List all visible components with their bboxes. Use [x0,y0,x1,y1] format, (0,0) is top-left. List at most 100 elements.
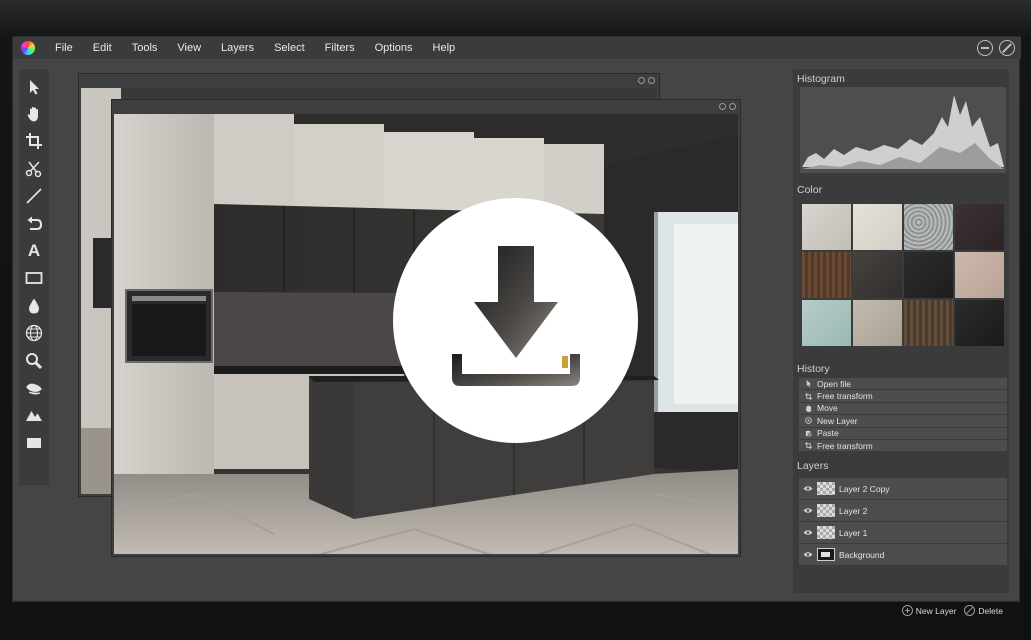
menu-help[interactable]: Help [423,42,466,54]
color-swatch[interactable] [904,204,953,250]
pointer-tool[interactable] [21,73,47,100]
color-swatch[interactable] [955,300,1004,346]
history-item-label: Free transform [817,391,873,402]
tools-panel: A [19,69,49,485]
histogram [800,87,1006,173]
layer-thumbnail [817,482,835,496]
color-swatches [802,204,1006,348]
delete-layer-button[interactable]: Delete [964,605,1003,616]
line-icon [26,188,42,204]
color-swatch[interactable] [904,252,953,298]
history-item[interactable]: Free transform [799,439,1007,453]
eye-icon[interactable] [803,507,813,514]
color-swatch[interactable] [853,204,902,250]
minimize-icon[interactable] [977,40,993,56]
pointer-icon [30,79,39,95]
menu-tools[interactable]: Tools [122,42,168,54]
color-swatch[interactable] [802,252,851,298]
color-swatch[interactable] [955,204,1004,250]
history-item[interactable]: New Layer [799,415,1007,428]
line-tool[interactable] [21,183,47,210]
magnifier-icon [26,352,43,369]
hand-icon [805,405,811,412]
globe-tool[interactable] [21,320,47,347]
history-title: History [797,363,830,375]
smudge-tool[interactable] [21,374,47,401]
close-icon[interactable] [729,102,736,110]
new-layer-icon [804,417,812,425]
menu-select[interactable]: Select [264,42,315,54]
layer-label: Background [839,549,885,560]
history-item-label: Free transform [817,440,873,451]
eye-icon[interactable] [803,485,813,492]
history-item-label: Paste [817,428,839,439]
menu-file[interactable]: File [45,42,83,54]
right-panel: Histogram Color History Open file Free t… [793,69,1009,616]
new-layer-label: New Layer [915,605,957,616]
menu-edit[interactable]: Edit [83,42,122,54]
crop-icon [26,133,42,150]
text-tool[interactable]: A [21,237,47,264]
layer-item[interactable]: Background [799,543,1007,566]
document-titlebar [79,74,659,86]
close-icon[interactable] [999,40,1015,56]
eye-icon[interactable] [803,529,813,536]
menu-options[interactable]: Options [365,42,423,54]
menu-layers[interactable]: Layers [211,42,264,54]
minimize-icon[interactable] [638,76,645,84]
layers-list: Layer 2 Copy Layer 2 Layer 1 Background [799,478,1007,566]
layer-thumbnail [817,526,835,540]
delete-label: Delete [978,605,1003,616]
globe-icon [25,325,43,342]
download-icon [451,245,580,386]
undo-tool[interactable] [21,210,47,237]
smudge-icon [26,383,42,395]
history-item[interactable]: Move [799,402,1007,416]
new-layer-button[interactable]: New Layer [901,605,957,616]
document-titlebar [112,100,740,112]
delete-icon [964,605,976,616]
color-swatch[interactable] [955,252,1004,298]
hand-tool[interactable] [21,100,47,127]
minimize-icon[interactable] [719,102,726,110]
eye-icon[interactable] [803,551,813,558]
mountain-icon [26,411,42,422]
download-overlay[interactable] [393,198,638,443]
rectangle-tool[interactable] [21,265,47,292]
color-swatch[interactable] [853,300,902,346]
window-controls [977,40,1015,56]
menu-filters[interactable]: Filters [315,42,365,54]
fill-rect-tool[interactable] [21,429,47,456]
layer-item[interactable]: Layer 2 [799,499,1007,522]
color-swatch[interactable] [802,204,851,250]
zoom-tool[interactable] [21,347,47,374]
history-item-label: New Layer [817,415,858,426]
histogram-graph [802,95,1004,169]
hand-icon [27,107,38,122]
scissors-tool[interactable] [21,155,47,182]
history-item[interactable]: Free transform [799,390,1007,403]
color-swatch[interactable] [904,300,953,346]
crop-tool[interactable] [21,128,47,155]
undo-icon [27,216,43,230]
color-swatch[interactable] [802,300,851,346]
app-logo-icon [21,41,35,55]
layer-item[interactable]: Layer 2 Copy [799,478,1007,500]
history-item[interactable]: Paste [799,427,1007,440]
color-swatch[interactable] [853,252,902,298]
drop-icon [29,298,39,314]
history-item[interactable]: Open file [799,378,1007,391]
fill-rect-icon [27,437,41,448]
plus-icon [901,605,913,616]
rectangle-icon [25,272,43,285]
layer-item[interactable]: Layer 1 [799,521,1007,544]
landscape-tool[interactable] [21,402,47,429]
layer-label: Layer 1 [839,527,868,538]
menu-view[interactable]: View [167,42,211,54]
close-icon[interactable] [648,76,655,84]
scissors-icon [25,161,42,178]
drop-tool[interactable] [21,292,47,319]
menubar: File Edit Tools View Layers Select Filte… [13,37,1021,59]
history-list: Open file Free transform Move New Layer … [799,378,1007,453]
text-icon: A [27,241,41,261]
